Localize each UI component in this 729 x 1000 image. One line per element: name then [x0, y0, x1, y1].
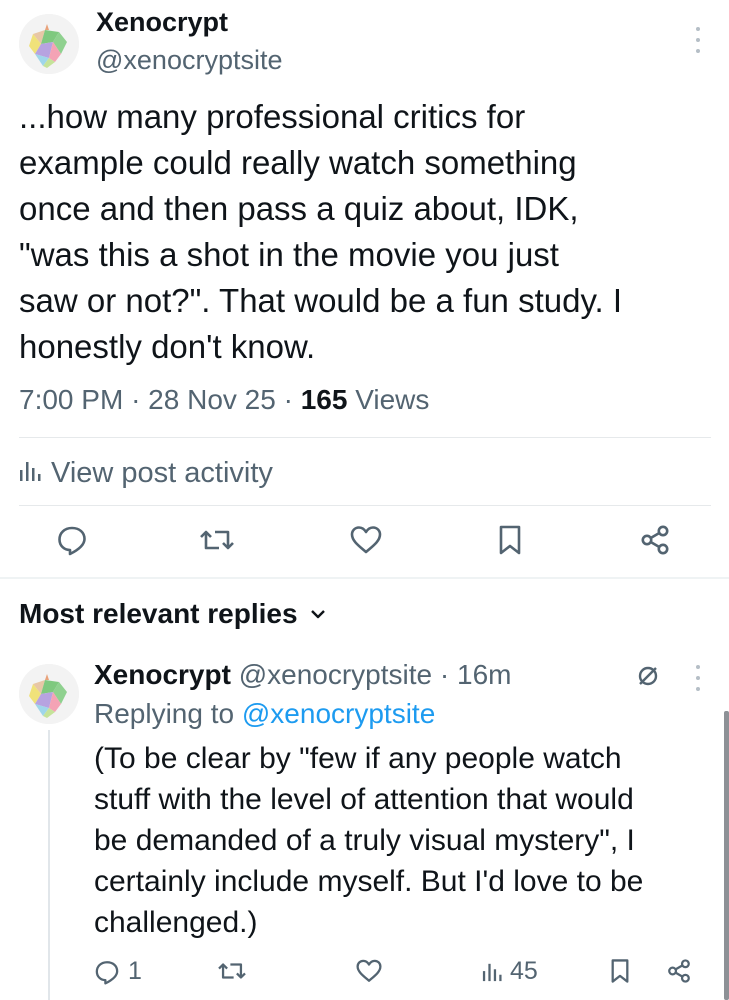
reply-author-handle[interactable]: @xenocryptsite: [239, 659, 432, 690]
views-button[interactable]: 45: [482, 957, 538, 986]
more-vertical-icon[interactable]: [693, 27, 703, 53]
separator-dot: ·: [131, 384, 149, 415]
reply-body-line: (To be clear by "few if any people watch: [94, 742, 622, 775]
share-button[interactable]: [640, 524, 670, 556]
post-body-line: "was this a shot in the movie you just: [19, 236, 559, 273]
replying-handle-link[interactable]: @xenocryptsite: [242, 698, 435, 729]
like-icon: [350, 526, 382, 554]
bookmark-button[interactable]: [609, 958, 631, 984]
share-icon: [641, 525, 669, 555]
author-name[interactable]: Xenocrypt: [96, 5, 228, 39]
replying-to: Replying to @xenocryptsite: [94, 697, 435, 731]
avatar-image: [19, 14, 79, 74]
share-icon: [668, 959, 690, 983]
mute-icon[interactable]: [636, 664, 660, 693]
views-count: 165: [300, 384, 348, 415]
views-count: 45: [510, 957, 538, 985]
reply-body-line: certainly include myself. But I'd love t…: [94, 865, 644, 898]
bookmark-icon: [611, 959, 629, 983]
reply-body-line: stuff with the level of attention that w…: [94, 783, 634, 816]
reply-body-line: be demanded of a truly visual mystery", …: [94, 824, 635, 857]
reply-header: Xenocrypt @xenocryptsite · 16m: [94, 658, 511, 692]
reply-actions: 1 45: [0, 955, 729, 1000]
sort-label: Most relevant replies: [19, 598, 298, 629]
post-body-line: ...how many professional critics for: [19, 98, 526, 135]
divider: [19, 437, 711, 438]
reply-button[interactable]: 1: [94, 957, 142, 986]
scrollbar[interactable]: [724, 711, 729, 1000]
repost-icon: [200, 530, 234, 550]
reply-body-line: challenged.): [94, 906, 258, 939]
post-body-line: example could really watch something: [19, 144, 577, 181]
reply-time[interactable]: 16m: [457, 659, 511, 690]
post-body-line: once and then pass a quiz about, IDK,: [19, 190, 579, 227]
reply-button[interactable]: [56, 524, 88, 556]
like-button[interactable]: [349, 524, 383, 556]
post-meta: 7:00 PM · 28 Nov 25 · 165 Views: [19, 381, 429, 419]
bookmark-button[interactable]: [497, 524, 523, 556]
view-post-activity-link[interactable]: View post activity: [19, 454, 273, 492]
post-time[interactable]: 7:00 PM: [19, 384, 123, 415]
like-button[interactable]: [355, 958, 383, 984]
post-body: ...how many professional critics for exa…: [19, 94, 709, 370]
avatar-image: [19, 664, 79, 724]
replying-prefix: Replying to: [94, 698, 235, 729]
avatar[interactable]: [19, 14, 79, 74]
reply-count: 1: [128, 957, 142, 985]
post-body-line: honestly don't know.: [19, 328, 316, 365]
chevron-down-icon: [310, 610, 325, 619]
author-handle[interactable]: @xenocryptsite: [96, 43, 282, 77]
separator-dot: ·: [283, 384, 301, 415]
like-icon: [356, 959, 382, 982]
post-body-line: saw or not?". That would be a fun study.…: [19, 282, 623, 319]
view-post-activity-label: View post activity: [51, 457, 273, 489]
separator-dot: ·: [439, 659, 457, 690]
avatar[interactable]: [19, 664, 79, 724]
reply-icon: [58, 526, 86, 556]
post-date[interactable]: 28 Nov 25: [148, 384, 276, 415]
more-vertical-icon[interactable]: [693, 665, 703, 691]
repost-button[interactable]: [217, 958, 247, 984]
post-actions: [0, 518, 729, 568]
repost-icon: [218, 963, 246, 979]
bookmark-icon: [499, 525, 521, 555]
reply-author-name[interactable]: Xenocrypt: [94, 659, 231, 690]
repost-button[interactable]: [199, 524, 235, 556]
analytics-icon: [19, 454, 41, 492]
analytics-icon: [482, 963, 502, 981]
section-divider: [0, 577, 729, 579]
share-button[interactable]: [667, 958, 691, 984]
reply-body: (To be clear by "few if any people watch…: [94, 738, 704, 943]
divider: [19, 505, 711, 506]
reply-sort-dropdown[interactable]: Most relevant replies: [19, 596, 326, 632]
reply-icon: [95, 960, 119, 985]
views-label: Views: [355, 384, 430, 415]
